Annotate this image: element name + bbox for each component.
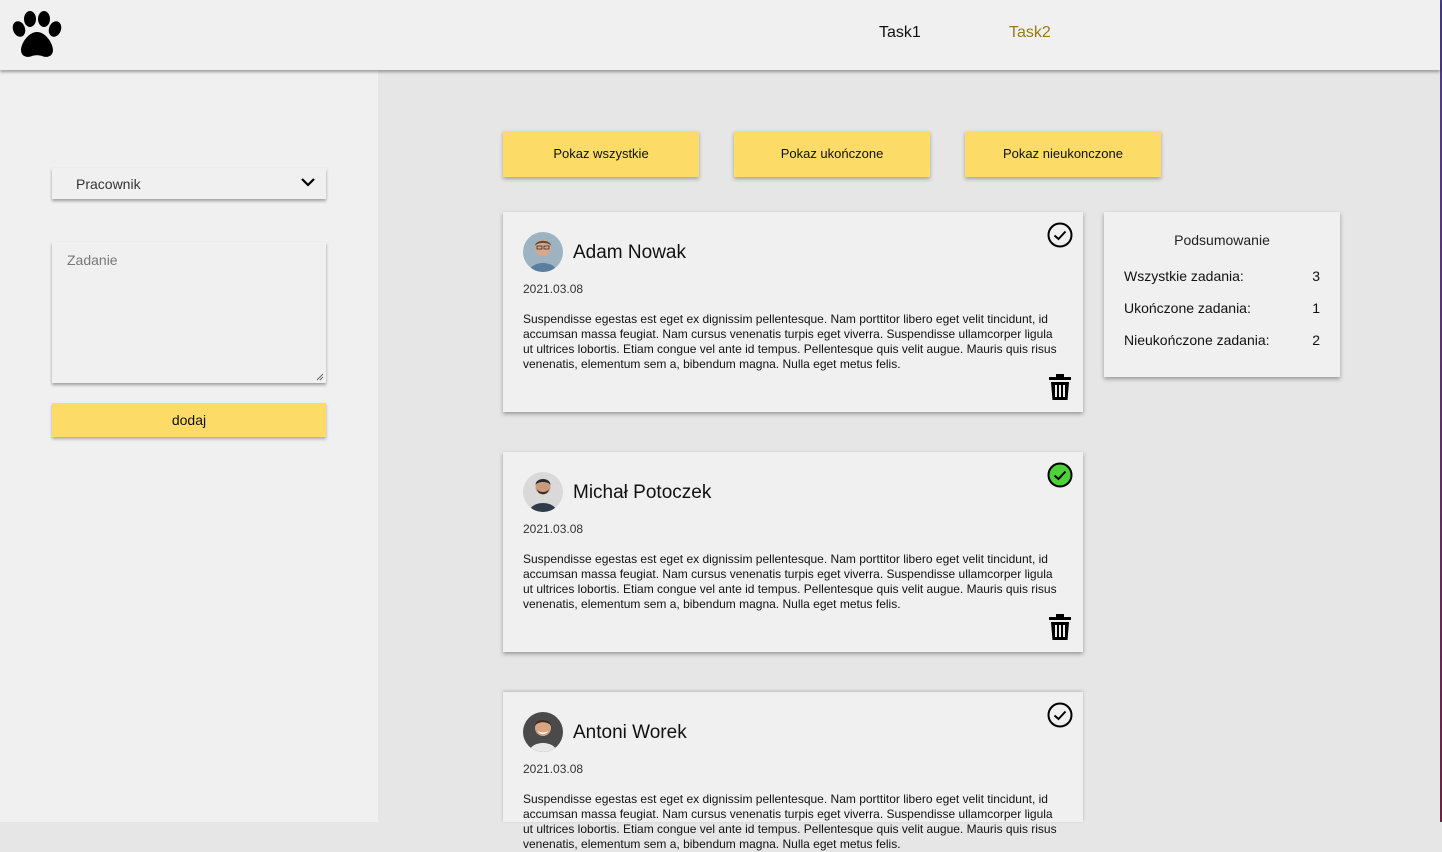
summary-undone-value: 2 [1312, 332, 1320, 348]
summary-title: Podsumowanie [1174, 232, 1270, 248]
task-employee-name: Michał Potoczek [573, 482, 712, 503]
summary-done-label: Ukończone zadania: [1124, 300, 1251, 316]
check-circle-completed-icon[interactable] [1047, 462, 1073, 488]
task-description: Suspendisse egestas est eget ex dignissi… [523, 312, 1057, 371]
trash-icon[interactable] [1049, 614, 1071, 640]
task-description: Suspendisse egestas est eget ex dignissi… [523, 792, 1057, 851]
show-all-button[interactable]: Pokaz wszystkie [503, 131, 699, 177]
task-textarea-placeholder: Zadanie [67, 252, 118, 268]
avatar [523, 712, 563, 752]
task-description: Suspendisse egestas est eget ex dignissi… [523, 552, 1057, 611]
avatar [523, 232, 563, 272]
task-date: 2021.03.08 [523, 282, 584, 296]
top-navbar: Task1 Task2 [0, 0, 1440, 70]
task-employee-name: Adam Nowak [573, 242, 686, 263]
trash-icon[interactable] [1049, 374, 1071, 400]
task-card: Michał Potoczek 2021.03.08 Suspendisse e… [503, 452, 1083, 652]
employee-select-value: Pracownik [76, 176, 141, 192]
nav-link-task1[interactable]: Task1 [879, 24, 921, 42]
task-date: 2021.03.08 [523, 522, 584, 536]
check-circle-icon[interactable] [1047, 702, 1073, 728]
summary-panel: Podsumowanie Wszystkie zadania: 3 Ukończ… [1104, 212, 1340, 377]
nav-link-task2[interactable]: Task2 [1009, 24, 1051, 42]
task-date: 2021.03.08 [523, 762, 584, 776]
show-uncompleted-button[interactable]: Pokaz nieukonczone [965, 131, 1161, 177]
resize-grip-icon[interactable] [316, 373, 324, 381]
chevron-down-icon [301, 178, 315, 187]
summary-undone-label: Nieukończone zadania: [1124, 332, 1270, 348]
check-circle-icon[interactable] [1047, 222, 1073, 248]
employee-select[interactable]: Pracownik [52, 168, 326, 199]
show-completed-button[interactable]: Pokaz ukończone [734, 131, 930, 177]
task-card: Adam Nowak 2021.03.08 Suspendisse egesta… [503, 212, 1083, 412]
avatar [523, 472, 563, 512]
summary-done-value: 1 [1312, 300, 1320, 316]
paw-icon[interactable] [8, 10, 66, 60]
task-card: Antoni Worek 2021.03.08 Suspendisse eges… [503, 692, 1083, 851]
task-employee-name: Antoni Worek [573, 722, 687, 743]
add-task-button[interactable]: dodaj [52, 403, 326, 437]
summary-all-value: 3 [1312, 268, 1320, 284]
summary-all-label: Wszystkie zadania: [1124, 268, 1244, 284]
task-textarea[interactable]: Zadanie [52, 242, 326, 383]
